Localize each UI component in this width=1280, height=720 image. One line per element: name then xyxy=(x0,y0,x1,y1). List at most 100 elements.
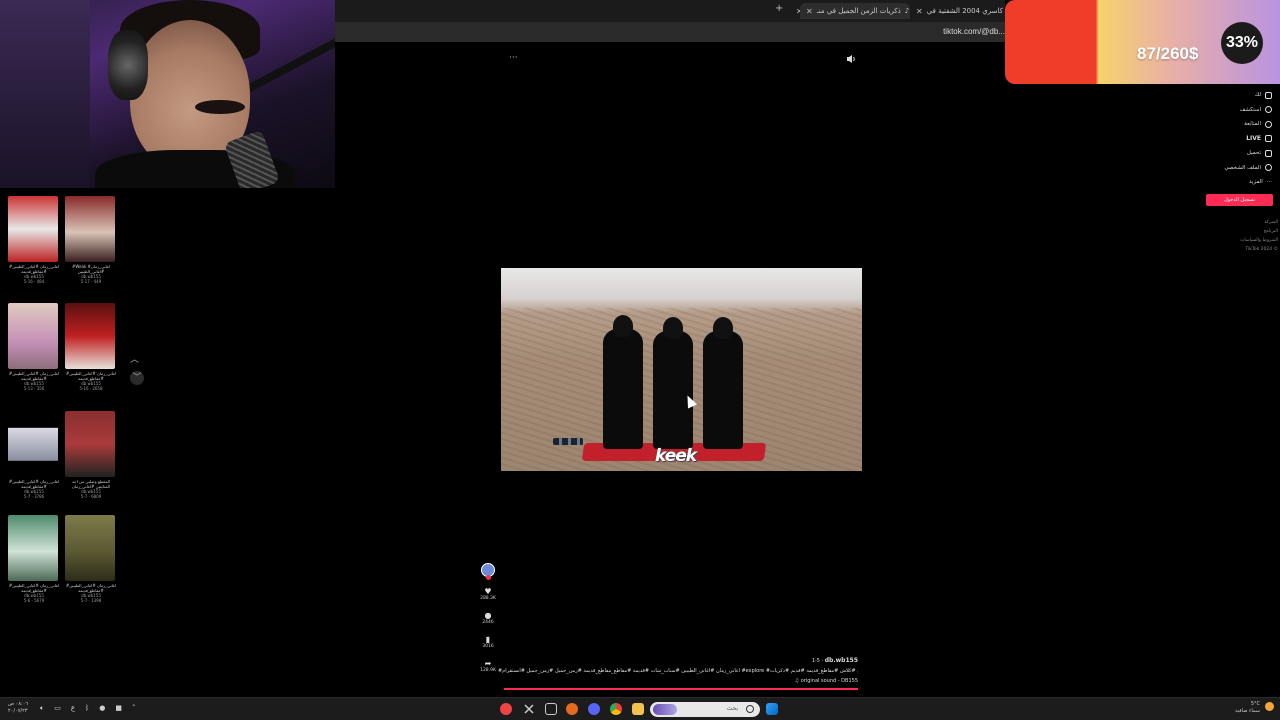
user-icon xyxy=(1265,120,1272,128)
search-highlight-image xyxy=(653,704,677,715)
share-action[interactable]: ➦ 128.9K xyxy=(478,659,498,673)
progress-fill xyxy=(504,688,858,690)
video-thumbnail[interactable] xyxy=(65,515,115,581)
comment-action[interactable]: ● 2446 xyxy=(478,611,498,625)
grid-video-card[interactable]: #Weak #اغاني_زمان #اغاني_الطيبين db.wb155… xyxy=(65,196,117,284)
video-thumbnail[interactable] xyxy=(65,411,115,477)
share-count: 128.9K xyxy=(480,668,496,673)
music-note-icon: ♫ xyxy=(794,678,800,684)
nav-item-more[interactable]: المزيد ··· xyxy=(1192,175,1272,190)
chevron-up-icon[interactable]: ︿ xyxy=(130,355,139,365)
video-thumbnail[interactable] xyxy=(8,196,58,262)
login-button[interactable]: تسجيل الدخول xyxy=(1206,194,1273,206)
close-apps-icon[interactable] xyxy=(523,703,535,715)
grid-video-card[interactable]: #اغاني_زمان #اغاني_الطيبين #مقاطع_قديمة d… xyxy=(65,515,117,603)
follow-plus-icon[interactable] xyxy=(486,575,491,580)
like-action[interactable]: ♥ 288.3K xyxy=(478,587,498,601)
video-thumbnail[interactable] xyxy=(8,303,58,369)
language-indicator[interactable]: ع xyxy=(71,704,75,713)
donation-goal-widget: 87/260$ 33% xyxy=(1005,0,1280,84)
video-caption: 1-5 · db.wb155 #اغاني_زمان #اغاني_الطيبي… xyxy=(498,657,858,684)
tab-active[interactable]: ✕ ذكريات الزمن الجميل في منـ ♪ xyxy=(800,3,910,19)
network-icon[interactable]: ▭ xyxy=(54,704,61,713)
nav-label: المتابَعة xyxy=(1244,121,1261,128)
app-tray-icon[interactable]: ■ xyxy=(115,704,122,713)
grid-video-card[interactable]: #اغاني_زمان #اغاني_الطيبين #مقاطع_قديمة d… xyxy=(8,196,60,284)
grid-video-card[interactable]: #اغاني_زمان #اغاني_الطيبين #مقاطع_قديمة d… xyxy=(8,411,60,499)
app-icon-record[interactable] xyxy=(500,703,512,715)
nav-item-upload[interactable]: تحميل xyxy=(1192,146,1272,161)
heart-icon[interactable]: ♥ xyxy=(478,587,498,596)
chevron-down-icon[interactable]: ﹀ xyxy=(130,371,144,385)
new-tab-button[interactable]: + xyxy=(775,3,783,14)
share-icon[interactable]: ➦ xyxy=(478,659,498,668)
browser-tab-bar: + ✕ ✕ ذكريات الزمن الجميل في منـ ♪ ✕ ستع… xyxy=(335,0,1005,22)
sound-name[interactable]: original sound - DB155 xyxy=(801,678,858,684)
bluetooth-icon[interactable]: ᛒ xyxy=(85,704,89,713)
video-thumbnail[interactable] xyxy=(8,411,58,477)
video-thumbnail[interactable] xyxy=(65,303,115,369)
creator-username[interactable]: db.wb155 xyxy=(825,657,858,664)
bookmark-action[interactable]: ▮ 3016 xyxy=(478,635,498,649)
nav-item-live[interactable]: LIVE xyxy=(1192,132,1272,147)
goal-amount: 87/260$ xyxy=(1137,44,1199,63)
creator-avatar[interactable] xyxy=(481,563,495,580)
nav-label: لك xyxy=(1254,92,1261,99)
grid-video-card[interactable]: المقطع وصلني من احد المتابعين #اغاني_زما… xyxy=(65,411,117,499)
grid-video-card[interactable]: #اغاني_زمان #اغاني_الطيبين #مقاطع_قديمة d… xyxy=(8,515,60,603)
video-progress-bar[interactable] xyxy=(504,688,858,690)
video-thumbnail[interactable] xyxy=(65,196,115,262)
comment-count: 2446 xyxy=(482,620,494,625)
card-title: #اغاني_زمان #اغاني_الطيبين #مقاطع_قديمة xyxy=(8,371,60,381)
video-player[interactable]: keek xyxy=(501,268,862,471)
footer-link[interactable]: البرنامج xyxy=(1240,227,1278,236)
task-view-icon[interactable] xyxy=(545,703,557,715)
post-date: 1-5 xyxy=(811,658,820,664)
more-options-icon[interactable]: ··· xyxy=(509,53,518,63)
chevron-up-icon[interactable]: ˄ xyxy=(132,704,136,713)
close-icon[interactable]: ✕ xyxy=(916,7,923,16)
comment-icon[interactable]: ● xyxy=(478,611,498,620)
taskbar-search[interactable]: بحث xyxy=(650,702,760,717)
nav-item-explore[interactable]: استكشف xyxy=(1192,103,1272,118)
clock-time: ٠٨:٠٦ ص xyxy=(8,701,29,707)
person-figure xyxy=(653,317,693,449)
nav-item-following[interactable]: المتابَعة xyxy=(1192,117,1272,132)
firefox-icon[interactable] xyxy=(566,703,578,715)
nav-label: استكشف xyxy=(1239,106,1261,113)
chrome-icon[interactable] xyxy=(610,703,622,715)
video-thumbnail[interactable] xyxy=(8,515,58,581)
weather-widget[interactable]: 5°C سماء صافية xyxy=(1235,701,1274,715)
nav-item-profile[interactable]: الملف الشخصي xyxy=(1192,161,1272,176)
card-title: #اغاني_زمان #اغاني_الطيبين #مقاطع_قديمة xyxy=(65,371,117,381)
sun-icon xyxy=(1265,702,1274,711)
clock[interactable]: ٠٨:٠٦ ص ٢٠/٠٧/٢٣ xyxy=(8,701,28,715)
grid-video-card[interactable]: #اغاني_زمان #اغاني_الطيبين #مقاطع_قديمة d… xyxy=(8,303,60,391)
nav-item-for-you[interactable]: لك xyxy=(1192,88,1272,103)
nav-label: LIVE xyxy=(1246,135,1261,143)
url-text[interactable]: tiktok.com/@db... xyxy=(943,27,1005,36)
discord-icon[interactable] xyxy=(588,703,600,715)
card-meta: 5-13 · 356 xyxy=(23,386,45,391)
search-icon xyxy=(746,705,754,713)
card-title: #اغاني_زمان #اغاني_الطيبين #مقاطع_قديمة xyxy=(8,583,60,593)
windows-start-icon[interactable] xyxy=(766,703,778,715)
address-bar[interactable]: tiktok.com/@db... xyxy=(335,22,1005,42)
tab-second[interactable]: ✕ ستعرض كاسري 2004 الشفتية في xyxy=(910,3,1005,19)
file-explorer-icon[interactable] xyxy=(632,703,644,715)
speaker-icon[interactable]: 🔈︎ xyxy=(40,704,44,713)
footer-link[interactable]: الشروط والسياسات xyxy=(1240,236,1278,245)
system-tray: 🔈︎ ▭ ع ᛒ ● ■ ˄ xyxy=(40,704,135,713)
grid-video-card[interactable]: #اغاني_زمان #اغاني_الطيبين #مقاطع_قديمة d… xyxy=(65,303,117,391)
person-figure xyxy=(603,315,643,449)
card-title: #اغاني_زمان #اغاني_الطيبين #مقاطع_قديمة xyxy=(8,264,60,274)
card-title: المقطع وصلني من احد المتابعين #اغاني_زما… xyxy=(71,479,111,489)
creator-video-grid: #اغاني_زمان #اغاني_الطيبين #مقاطع_قديمة d… xyxy=(0,188,120,696)
bookmark-count: 3016 xyxy=(482,644,494,649)
app-tray-icon[interactable]: ● xyxy=(99,704,105,713)
close-icon[interactable]: ✕ xyxy=(806,7,813,16)
footer-links: الشركة البرنامج الشروط والسياسات TikTok … xyxy=(1240,218,1278,254)
volume-icon[interactable] xyxy=(846,54,856,64)
footer-link[interactable]: الشركة xyxy=(1240,218,1278,227)
bookmark-icon[interactable]: ▮ xyxy=(478,635,498,644)
